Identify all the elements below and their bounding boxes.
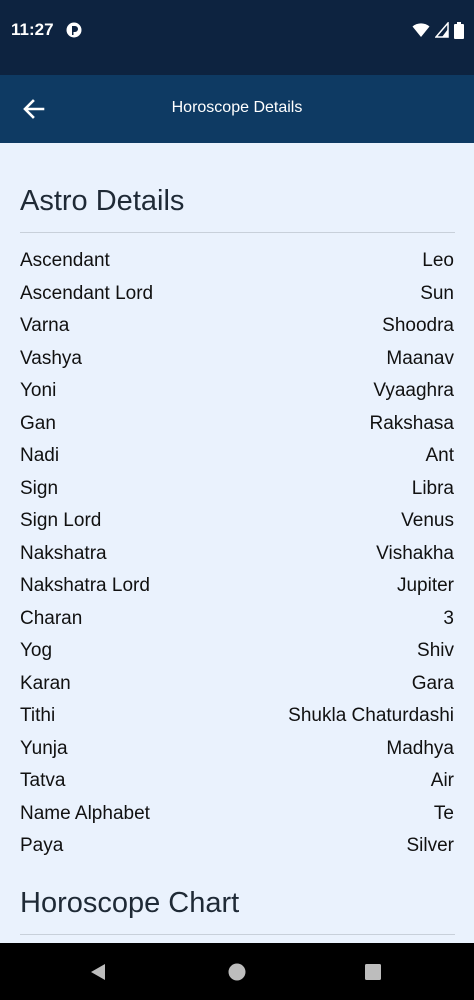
signal-icon [435,22,449,38]
detail-value: Shukla Chaturdashi [288,705,454,726]
detail-row: Tithi Shukla Chaturdashi [20,700,454,732]
detail-value: Silver [406,835,454,856]
detail-label: Sign [20,477,59,499]
detail-row: Vashya Maanav [20,343,454,375]
detail-row: Name Alphabet Te [20,798,454,830]
detail-value: Jupiter [396,575,454,596]
detail-row: Ascendant Lord Sun [20,278,454,310]
detail-label: Charan [20,607,83,629]
detail-row: Yoni Vyaaghra [20,375,454,407]
detail-label: Yoni [20,380,57,401]
detail-value: Rakshasa [369,412,455,434]
detail-label: Sign Lord [20,510,102,531]
detail-value: Ant [425,445,454,466]
detail-label: Ascendant Lord [20,282,154,304]
detail-label: Ascendant [20,250,110,271]
detail-value: Libra [411,477,454,499]
detail-row: Nakshatra Vishakha [20,538,454,570]
detail-label: Nadi [20,445,60,466]
detail-label: Tithi [20,705,56,726]
detail-value: Venus [401,510,454,531]
detail-row: Paya Silver [20,830,454,862]
detail-row: Varna Shoodra [20,310,454,342]
detail-row: Sign Libra [20,473,454,505]
detail-row: Karan Gara [20,668,454,700]
status-icons [412,21,464,39]
status-time: 11:27 [11,20,54,39]
detail-label: Name Alphabet [20,802,150,824]
detail-row: Yog Shiv [20,635,454,667]
detail-value: Shoodra [382,315,454,336]
detail-row: Ascendant Leo [20,245,454,277]
horoscope-chart-title: Horoscope Chart [20,887,240,919]
nav-back-icon[interactable] [88,961,110,983]
detail-label: Varna [20,315,70,336]
detail-row: Yunja Madhya [20,733,454,765]
astro-details-title: Astro Details [20,185,185,217]
detail-label: Vashya [20,347,82,369]
nav-recents-icon[interactable] [362,961,384,983]
section-divider [20,934,455,935]
detail-row: Gan Rakshasa [20,408,454,440]
detail-row: Tatva Air [20,765,454,797]
detail-value: Gara [411,672,454,694]
detail-label: Tatva [20,770,66,791]
detail-label: Yog [20,640,53,661]
detail-label: Gan [20,412,56,434]
detail-value: Vyaaghra [373,380,454,401]
app-bar: Horoscope Details [0,75,474,143]
detail-row: Nadi Ant [20,440,454,472]
detail-label: Karan [20,672,71,694]
detail-label: Nakshatra [20,542,107,564]
detail-value: Te [433,802,454,824]
navigation-bar [0,943,474,1000]
detail-value: Madhya [386,737,454,759]
nav-home-icon[interactable] [226,961,248,983]
detail-value: Vishakha [376,542,454,564]
section-divider [20,232,455,233]
app-notification-icon [66,22,82,38]
detail-value: Air [430,770,454,791]
battery-icon [454,21,464,39]
detail-label: Paya [20,835,64,856]
detail-label: Nakshatra Lord [20,575,150,596]
page-title: Horoscope Details [171,99,303,116]
wifi-icon [412,23,430,37]
detail-value: Shiv [417,640,454,661]
status-bar: 11:27 [0,0,474,75]
detail-value: Maanav [386,347,454,369]
detail-label: Yunja [20,737,68,759]
detail-row: Charan 3 [20,603,454,635]
detail-value: Leo [422,250,454,271]
detail-row: Nakshatra Lord Jupiter [20,570,454,602]
detail-value: Sun [420,282,454,304]
detail-row: Sign Lord Venus [20,505,454,537]
horoscope-content[interactable]: Astro Details Ascendant Leo Ascendant Lord… [0,143,474,943]
detail-value: 3 [443,607,454,629]
